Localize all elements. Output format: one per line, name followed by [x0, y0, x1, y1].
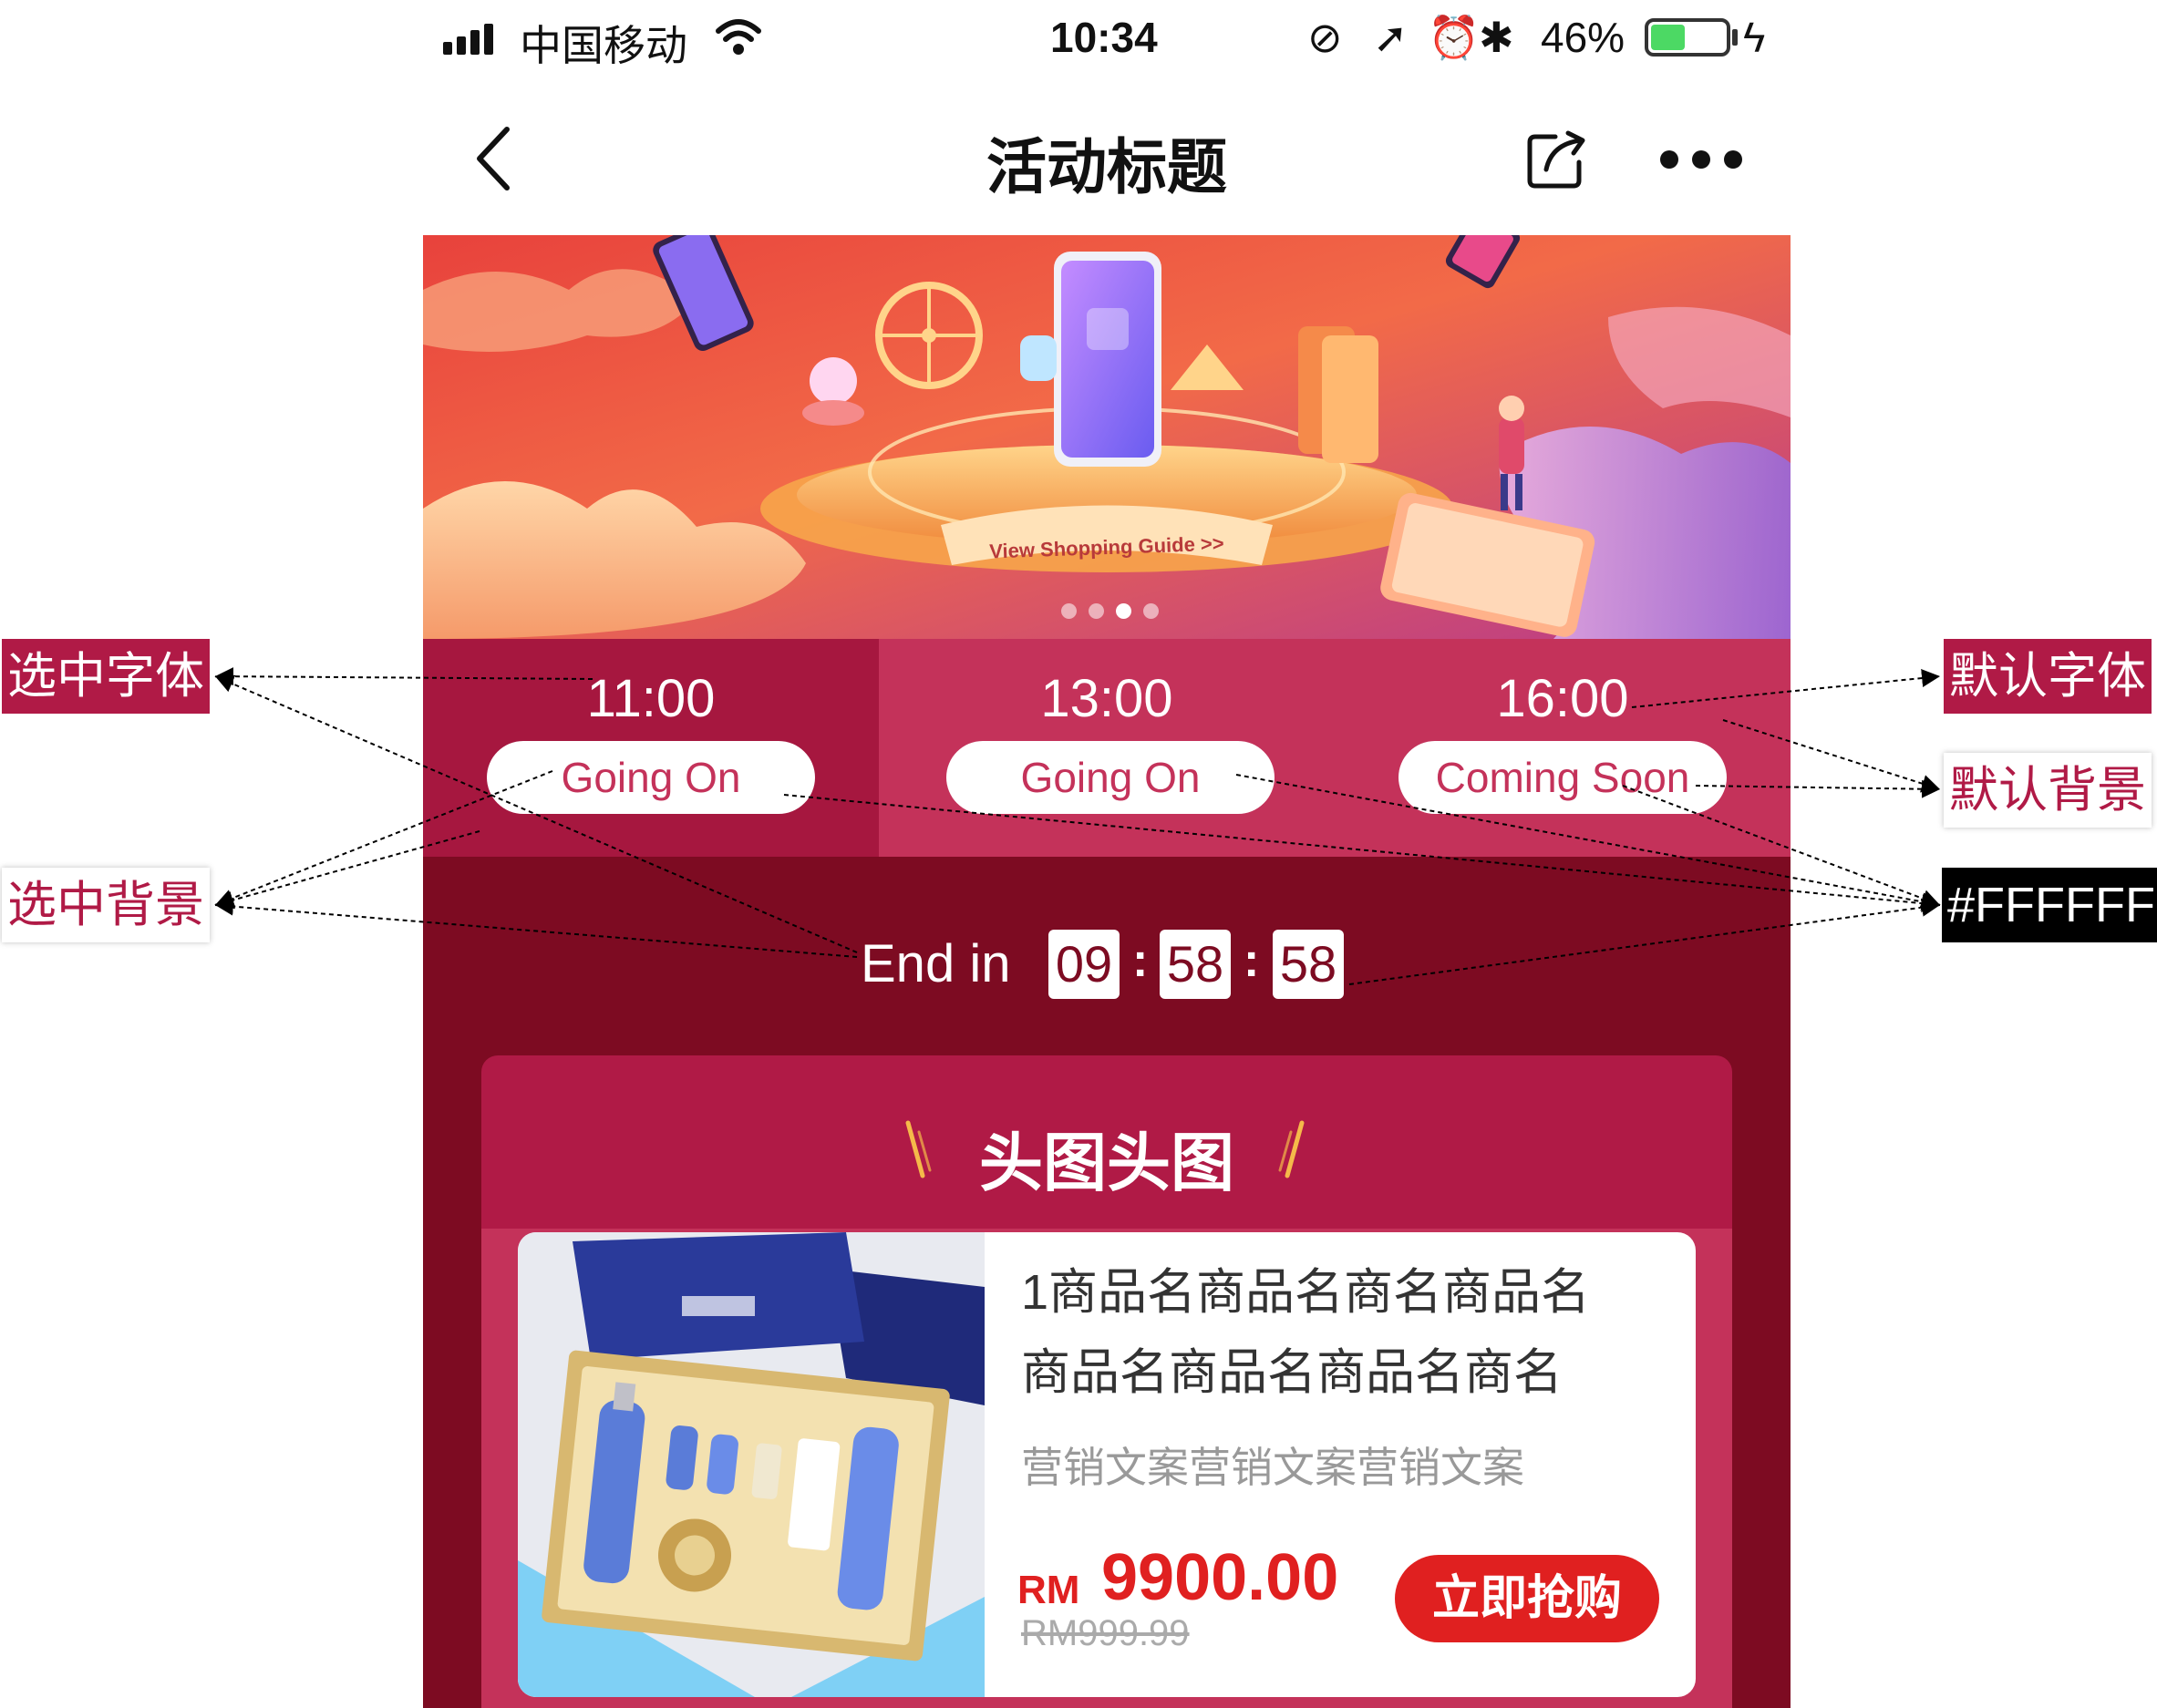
orientation-lock-icon: ⊘ [1307, 14, 1343, 61]
battery-icon [1645, 18, 1730, 57]
session-tabs: 11:00 Going On 13:00 Going On 16:00 Comi… [423, 639, 1791, 857]
annotation-default-font: 默认字体 [1944, 639, 2152, 714]
tab-1100[interactable]: 11:00 Going On [423, 639, 879, 857]
tab-1600[interactable]: 16:00 Coming Soon [1335, 639, 1791, 857]
price-currency: RM [1017, 1568, 1080, 1612]
share-icon[interactable] [1524, 129, 1588, 191]
original-price: RM999.99 [1021, 1613, 1190, 1653]
product-image[interactable] [518, 1232, 985, 1697]
screen: 中国移动 10:34 ⊘ ➚ ⏰ ✱ 46% ϟ 活动标题 View Shopp… [0, 0, 2157, 1708]
tab-status-pill: Going On [946, 741, 1275, 814]
buy-now-button[interactable]: 立即抢购 [1395, 1555, 1659, 1642]
location-icon: ➚ [1373, 14, 1409, 61]
countdown-hours: 09 [1048, 930, 1120, 999]
section-title: 头图头图 [979, 1127, 1234, 1199]
annotation-white-hex: #FFFFFF [1942, 868, 2157, 942]
tab-time: 16:00 [1496, 669, 1629, 728]
banner-carousel[interactable]: View Shopping Guide >> [423, 235, 1791, 639]
tab-status-pill: Coming Soon [1398, 741, 1727, 814]
carousel-dot[interactable] [1089, 603, 1104, 619]
annotation-selected-bg: 选中背景 [2, 868, 210, 942]
countdown: End in 09 : 58 : 58 [861, 921, 1371, 1012]
carousel-dot[interactable] [1143, 603, 1159, 619]
carrier-label: 中国移动 [520, 22, 687, 69]
nav-bar: 活动标题 [423, 91, 1791, 228]
wifi-icon [716, 19, 761, 55]
countdown-seconds: 58 [1273, 930, 1344, 999]
carousel-dot[interactable] [1116, 603, 1131, 619]
section-header: 头图头图 [481, 1094, 1732, 1203]
signal-icon [443, 24, 493, 55]
product-marketing-copy: 营销文案营销文案营销文案 [1021, 1444, 1524, 1491]
alarm-icon: ⏰ [1428, 14, 1481, 61]
status-bar: 中国移动 10:34 ⊘ ➚ ⏰ ✱ 46% ϟ [423, 0, 1791, 73]
tab-1300[interactable]: 13:00 Going On [879, 639, 1335, 857]
battery-percent: 46% [1541, 14, 1625, 61]
clock: 10:34 [1050, 14, 1158, 61]
countdown-label: End in [861, 934, 1011, 993]
bluetooth-icon: ✱ [1479, 14, 1514, 61]
product-price: 9900.00 [1101, 1541, 1339, 1614]
carousel-dot[interactable] [1061, 603, 1077, 619]
product-name-line2: 商品名商品名商品名商名 [1021, 1345, 1563, 1400]
countdown-separator: : [1244, 934, 1260, 987]
product-card[interactable]: 1商品名商品名商名商品名 商品名商品名商品名商名 营销文案营销文案营销文案 RM… [518, 1232, 1696, 1697]
tab-time: 11:00 [586, 669, 716, 728]
banner-illustration: View Shopping Guide >> [423, 235, 1791, 639]
more-icon[interactable] [1657, 148, 1745, 171]
tab-time: 13:00 [1040, 669, 1173, 728]
countdown-minutes: 58 [1160, 930, 1231, 999]
annotation-selected-font: 选中字体 [2, 639, 210, 714]
tab-status-pill: Going On [487, 741, 815, 814]
right-slash-decoration-icon [1278, 1120, 1305, 1178]
charging-icon: ϟ [1743, 14, 1766, 61]
product-name-line1: 1商品名商品名商名商品名 [1021, 1265, 1591, 1320]
countdown-separator: : [1132, 934, 1149, 987]
annotation-default-bg: 默认背景 [1944, 753, 2152, 828]
